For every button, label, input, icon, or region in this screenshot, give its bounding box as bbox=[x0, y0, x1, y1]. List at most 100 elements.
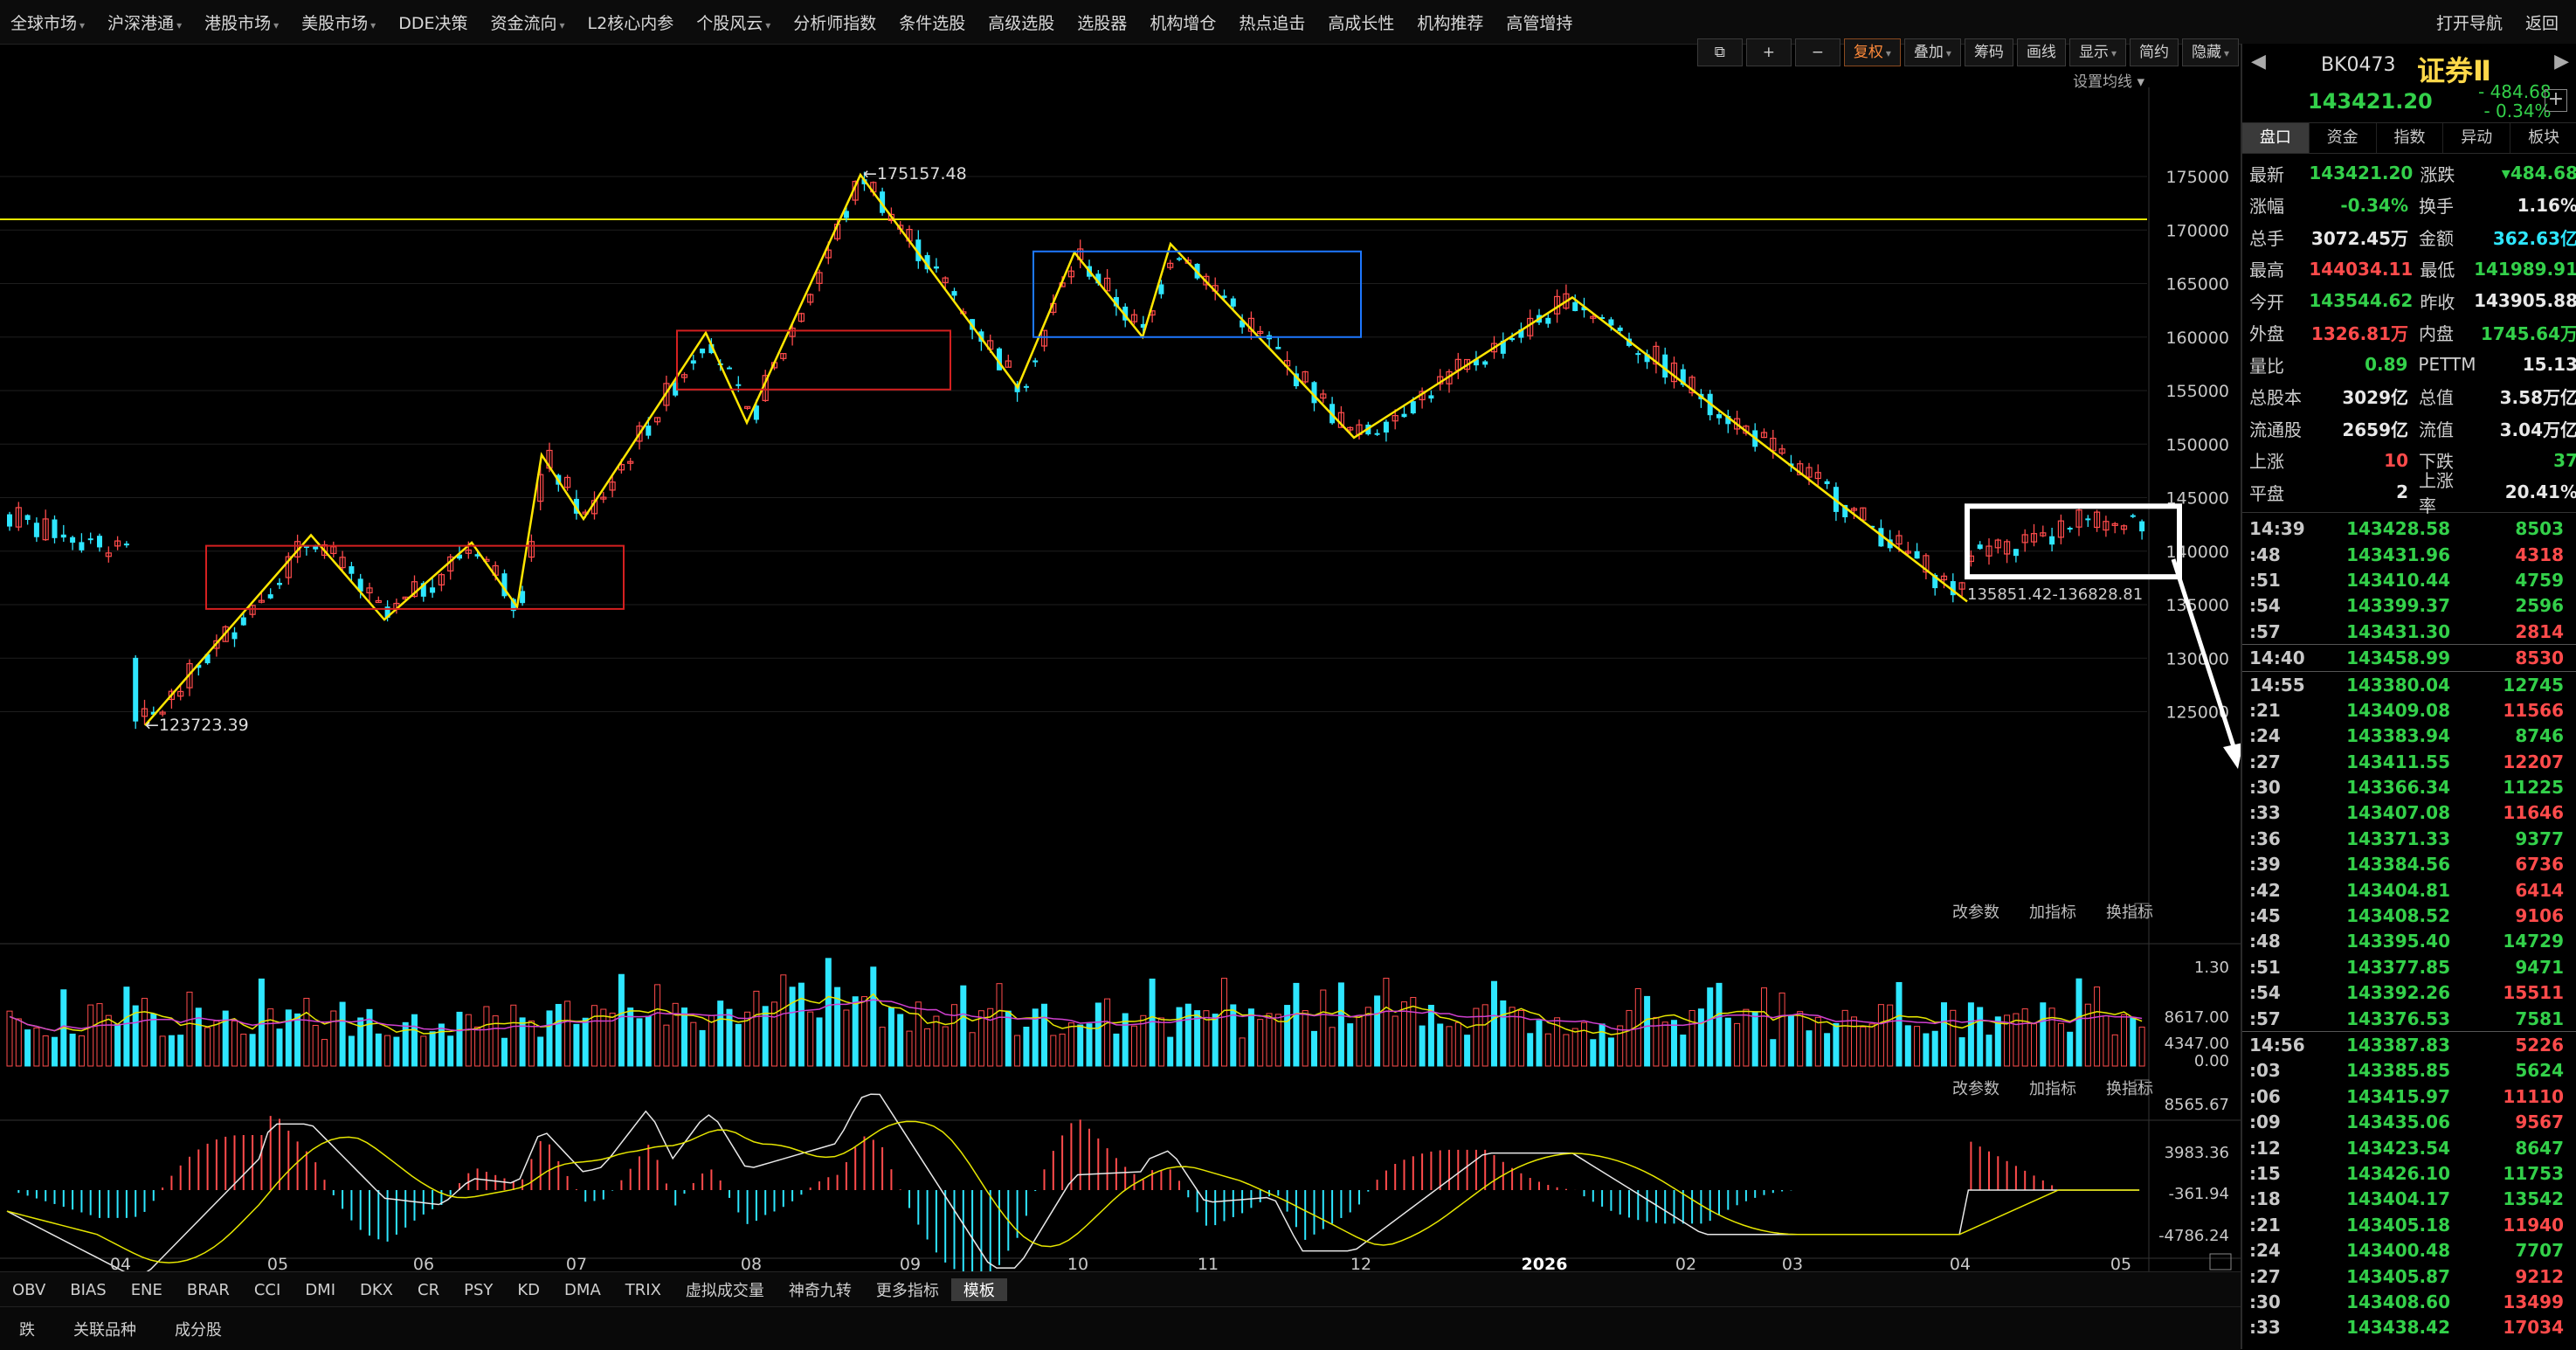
menu-item-15[interactable]: 机构推荐 bbox=[1417, 10, 1483, 34]
panel-link-vol[interactable]: 改参数 bbox=[1952, 903, 1999, 922]
indicator-tab-10[interactable]: DMA bbox=[552, 1281, 613, 1299]
add-watchlist-icon[interactable]: + bbox=[2545, 89, 2567, 112]
menu-item-4[interactable]: DDE决策 bbox=[398, 10, 467, 34]
chevron-down-icon: ▾ bbox=[176, 18, 183, 31]
indicator-tab-8[interactable]: PSY bbox=[452, 1281, 505, 1299]
indicator-tab-1[interactable]: BIAS bbox=[58, 1281, 118, 1299]
ma-setting-link[interactable]: 设置均线 ▾ bbox=[2073, 73, 2144, 91]
fuquan-button[interactable]: 复权 ▾ bbox=[1843, 38, 1901, 66]
tick-volume: 12745 bbox=[2503, 674, 2564, 696]
quote-value: 37 bbox=[2553, 449, 2576, 471]
panel-link-macd[interactable]: 加指标 bbox=[2029, 1080, 2076, 1098]
indicator-tab-9[interactable]: KD bbox=[505, 1281, 552, 1299]
menu-item-12[interactable]: 机构增仓 bbox=[1150, 10, 1216, 34]
volume-bar bbox=[1716, 982, 1723, 1067]
quote-tab-2[interactable]: 指数 bbox=[2377, 123, 2444, 153]
hide-button[interactable]: 隐藏 ▾ bbox=[2181, 38, 2239, 66]
tick-time: :30 bbox=[2249, 777, 2281, 799]
menu-item-5[interactable]: 资金流向 ▾ bbox=[490, 10, 564, 34]
quote-tab-1[interactable]: 资金 bbox=[2310, 123, 2377, 153]
panel-link-vol[interactable]: 换指标 bbox=[2106, 903, 2153, 922]
menu-item-10[interactable]: 高级选股 bbox=[988, 10, 1054, 34]
x-axis-label: 07 bbox=[566, 1255, 587, 1271]
menu-item-2[interactable]: 港股市场 ▾ bbox=[204, 10, 279, 34]
volume-bar bbox=[861, 996, 867, 1067]
x-axis-label: 02 bbox=[1675, 1255, 1696, 1271]
volume-bar bbox=[312, 1024, 319, 1067]
quote-label: 最低 bbox=[2420, 260, 2455, 281]
indicator-tab-6[interactable]: DKX bbox=[348, 1281, 405, 1299]
scroll-right-icon[interactable] bbox=[2209, 1253, 2232, 1270]
menu-item-16[interactable]: 高管增持 bbox=[1506, 10, 1572, 34]
zoom-out-icon[interactable]: − bbox=[1794, 38, 1840, 66]
zoom-in-icon[interactable]: + bbox=[1745, 38, 1792, 66]
tick-volume: 5226 bbox=[2515, 1035, 2564, 1056]
indicator-tab-2[interactable]: ENE bbox=[119, 1281, 175, 1299]
quote-row: 平盘 2 上涨率 20.41% bbox=[2242, 470, 2576, 516]
menu-right-1[interactable]: 返回 bbox=[2525, 10, 2559, 34]
tick-row: :54 143392.26 15511 bbox=[2242, 980, 2576, 1006]
volume-bar bbox=[1841, 1009, 1848, 1067]
indicator-tab-0[interactable]: OBV bbox=[0, 1281, 58, 1299]
tick-price: 143399.37 bbox=[2346, 595, 2450, 617]
quote-value: 1326.81万 bbox=[2310, 323, 2408, 345]
volume-bar bbox=[267, 1008, 274, 1067]
simple-button[interactable]: 简约 bbox=[2129, 38, 2179, 66]
status-tab-2[interactable]: 成分股 bbox=[155, 1318, 241, 1340]
quote-tab-0[interactable]: 盘口 bbox=[2242, 123, 2310, 153]
prev-arrow-icon[interactable]: ◀ bbox=[2251, 51, 2266, 73]
next-arrow-icon[interactable]: ▶ bbox=[2554, 51, 2569, 73]
indicator-tab-12[interactable]: 虚拟成交量 bbox=[673, 1278, 777, 1301]
menu-item-8[interactable]: 分析师指数 bbox=[793, 10, 876, 34]
menu-right-0[interactable]: 打开导航 bbox=[2436, 10, 2503, 34]
volume-bar bbox=[375, 1033, 382, 1067]
display-button[interactable]: 显示 ▾ bbox=[2068, 38, 2126, 66]
menu-item-9[interactable]: 条件选股 bbox=[899, 10, 965, 34]
indicator-tab-15[interactable]: 模板 bbox=[950, 1278, 1007, 1301]
tick-row: :45 143408.52 9106 bbox=[2242, 903, 2576, 928]
menu-item-6[interactable]: L2核心内参 bbox=[588, 10, 674, 34]
quote-tab-3[interactable]: 异动 bbox=[2443, 123, 2511, 153]
tick-volume: 6736 bbox=[2515, 854, 2564, 876]
indicator-tab-7[interactable]: CR bbox=[405, 1281, 452, 1299]
status-tab-0[interactable]: 跌 bbox=[0, 1318, 54, 1340]
indicator-tab-3[interactable]: BRAR bbox=[175, 1281, 242, 1299]
menu-item-11[interactable]: 选股器 bbox=[1077, 10, 1127, 34]
tick-list[interactable]: 14:39 143428.58 8503:48 143431.96 4318:51 143… bbox=[2242, 513, 2576, 1341]
panel-link-vol[interactable]: 加指标 bbox=[2029, 903, 2076, 922]
menu-item-13[interactable]: 热点追击 bbox=[1239, 10, 1305, 34]
indicator-tab-11[interactable]: TRIX bbox=[613, 1281, 673, 1299]
volume-bar bbox=[1293, 982, 1300, 1067]
lock-icon[interactable]: ⧉ bbox=[1696, 38, 1743, 66]
indicator-tab-4[interactable]: CCI bbox=[242, 1281, 293, 1299]
chip-button[interactable]: 筹码 bbox=[1964, 38, 2013, 66]
kline-chart[interactable]: 1750001700001650001600001550001500001450… bbox=[0, 44, 2243, 1277]
quote-value: 15.13 bbox=[2522, 354, 2576, 376]
quote-tab-4[interactable]: 板块 bbox=[2510, 123, 2576, 153]
menu-item-0[interactable]: 全球市场 ▾ bbox=[10, 10, 85, 34]
indicator-tab-5[interactable]: DMI bbox=[293, 1281, 348, 1299]
chart-area[interactable]: 175000 170000 165000 160000 155000 150000 1450… bbox=[0, 44, 2243, 1277]
menu-item-14[interactable]: 高成长性 bbox=[1328, 10, 1394, 34]
volume-bar bbox=[879, 1027, 886, 1067]
overlay-button[interactable]: 叠加 ▾ bbox=[1903, 38, 1961, 66]
panel-link-macd[interactable]: 改参数 bbox=[1952, 1080, 1999, 1098]
quote-row: 最高 144034.11 最低 141989.91 bbox=[2242, 253, 2576, 286]
x-axis-label: 04 bbox=[110, 1255, 131, 1271]
tick-volume: 11566 bbox=[2503, 699, 2564, 721]
x-axis-label: 08 bbox=[741, 1255, 762, 1271]
volume-bar bbox=[1761, 987, 1767, 1067]
menu-item-3[interactable]: 美股市场 ▾ bbox=[301, 10, 376, 34]
low-annotation: ←123723.39 bbox=[145, 716, 249, 735]
tick-volume: 8746 bbox=[2515, 725, 2564, 747]
menu-item-7[interactable]: 个股风云 ▾ bbox=[696, 10, 770, 34]
quote-value: 3.04万亿 bbox=[2499, 419, 2576, 440]
volume-bar bbox=[1320, 989, 1327, 1067]
indicator-tab-14[interactable]: 更多指标 bbox=[864, 1278, 951, 1301]
menu-item-1[interactable]: 沪深港通 ▾ bbox=[107, 10, 182, 34]
draw-line-button[interactable]: 画线 bbox=[2016, 38, 2066, 66]
volume-bar bbox=[1005, 1010, 1012, 1067]
indicator-tab-13[interactable]: 神奇九转 bbox=[777, 1278, 864, 1301]
panel-link-macd[interactable]: 换指标 bbox=[2106, 1080, 2153, 1098]
status-tab-1[interactable]: 关联品种 bbox=[54, 1318, 155, 1340]
